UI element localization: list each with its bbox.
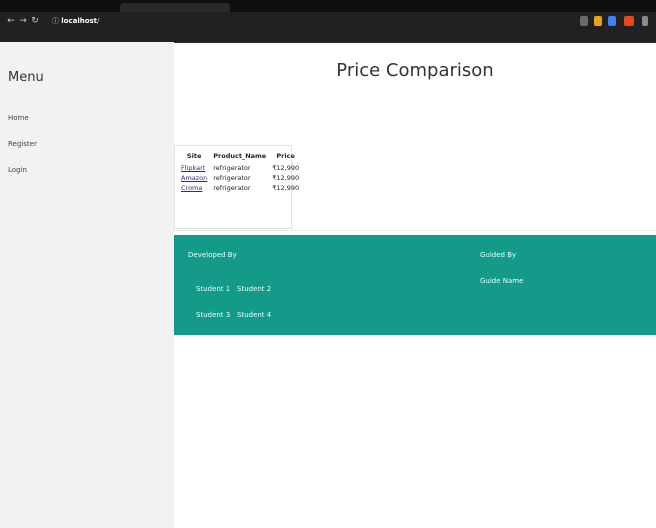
site-link[interactable]: Flipkart bbox=[178, 163, 210, 173]
price: ₹12,990 bbox=[272, 184, 300, 192]
footer: Developed By Student 1 Student 2 Student… bbox=[174, 235, 656, 335]
page-title: Price Comparison bbox=[336, 60, 494, 81]
product-name: refrigerator bbox=[213, 184, 251, 192]
star-icon[interactable] bbox=[594, 16, 602, 26]
menu-icon[interactable] bbox=[642, 16, 648, 26]
back-arrow-icon[interactable]: ← bbox=[6, 16, 16, 26]
forward-arrow-icon[interactable]: → bbox=[18, 16, 28, 26]
brave-shield-icon[interactable] bbox=[624, 16, 634, 26]
site-link[interactable]: Croma bbox=[178, 183, 210, 193]
student-name: Student 3 bbox=[196, 311, 231, 319]
product-name: refrigerator bbox=[213, 164, 251, 172]
extension-icon[interactable] bbox=[608, 16, 616, 26]
sidebar-item-login[interactable]: Login bbox=[8, 166, 27, 174]
sidebar: Menu Home Register Login bbox=[0, 42, 174, 528]
reload-icon[interactable]: ↻ bbox=[30, 16, 40, 26]
address-bar[interactable]: ⓘ localhost/ bbox=[52, 14, 147, 28]
menu-title: Menu bbox=[8, 70, 44, 85]
column-header-price: Price bbox=[276, 152, 295, 160]
student-name: Student 2 bbox=[237, 285, 272, 293]
url-host: localhost bbox=[61, 17, 98, 25]
student-name: Student 1 bbox=[196, 285, 231, 293]
student-name: Student 4 bbox=[237, 311, 272, 319]
price: ₹12,990 bbox=[272, 174, 300, 182]
lock-icon: ⓘ bbox=[52, 17, 62, 25]
column-header-product: Product_Name bbox=[213, 152, 267, 160]
column-header-site: Site bbox=[186, 152, 202, 160]
url-path: / bbox=[97, 17, 100, 25]
table-row: Amazon refrigerator ₹12,990 bbox=[178, 173, 302, 183]
comparison-table-card: Site Product_Name Price Flipkart refrige… bbox=[174, 145, 299, 229]
guided-by-label: Guided By bbox=[480, 251, 517, 259]
active-tab[interactable] bbox=[120, 3, 230, 12]
sidebar-item-home[interactable]: Home bbox=[8, 114, 29, 122]
comparison-table: Site Product_Name Price Flipkart refrige… bbox=[178, 151, 302, 193]
product-name: refrigerator bbox=[213, 174, 251, 182]
site-link[interactable]: Amazon bbox=[178, 173, 210, 183]
browser-chrome: ← → ↻ ⓘ localhost/ bbox=[0, 0, 656, 43]
table-row: Croma refrigerator ₹12,990 bbox=[178, 183, 302, 193]
share-icon[interactable] bbox=[580, 16, 588, 26]
tab-strip bbox=[0, 0, 656, 12]
developed-by-label: Developed By bbox=[188, 251, 237, 259]
price: ₹12,990 bbox=[272, 164, 300, 172]
sidebar-item-register[interactable]: Register bbox=[8, 140, 37, 148]
section-divider bbox=[174, 230, 656, 231]
table-row: Flipkart refrigerator ₹12,990 bbox=[178, 163, 302, 173]
guide-name: Guide Name bbox=[480, 277, 524, 285]
